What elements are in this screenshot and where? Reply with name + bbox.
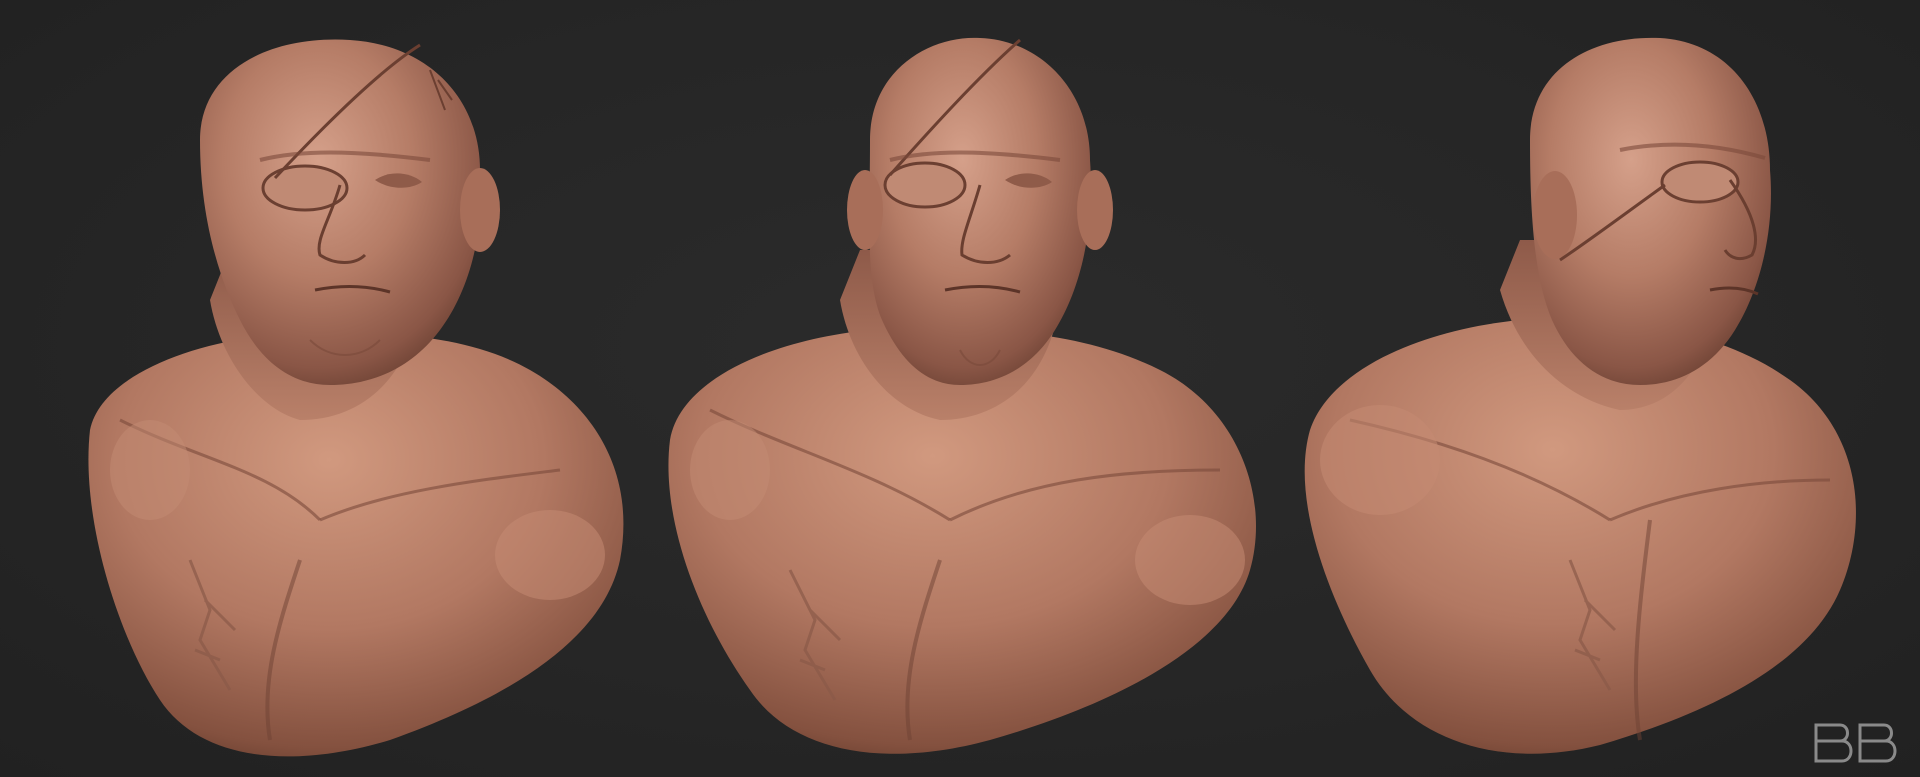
ear-left-shape bbox=[847, 170, 883, 250]
eye-patch-shape bbox=[883, 161, 967, 209]
watermark-logo bbox=[1810, 719, 1902, 767]
ear-shape bbox=[460, 168, 500, 252]
eye-patch-shape bbox=[1660, 160, 1740, 204]
render-canvas bbox=[0, 0, 1920, 777]
head-shape bbox=[869, 37, 1091, 386]
ear-shape bbox=[1533, 171, 1577, 259]
sculpt-bust-front-left bbox=[60, 0, 640, 777]
sculpt-bust-front bbox=[660, 0, 1260, 777]
ear-right-shape bbox=[1077, 170, 1113, 250]
sculpt-bust-three-quarter bbox=[1290, 0, 1880, 777]
bb-monogram-icon bbox=[1814, 723, 1897, 763]
